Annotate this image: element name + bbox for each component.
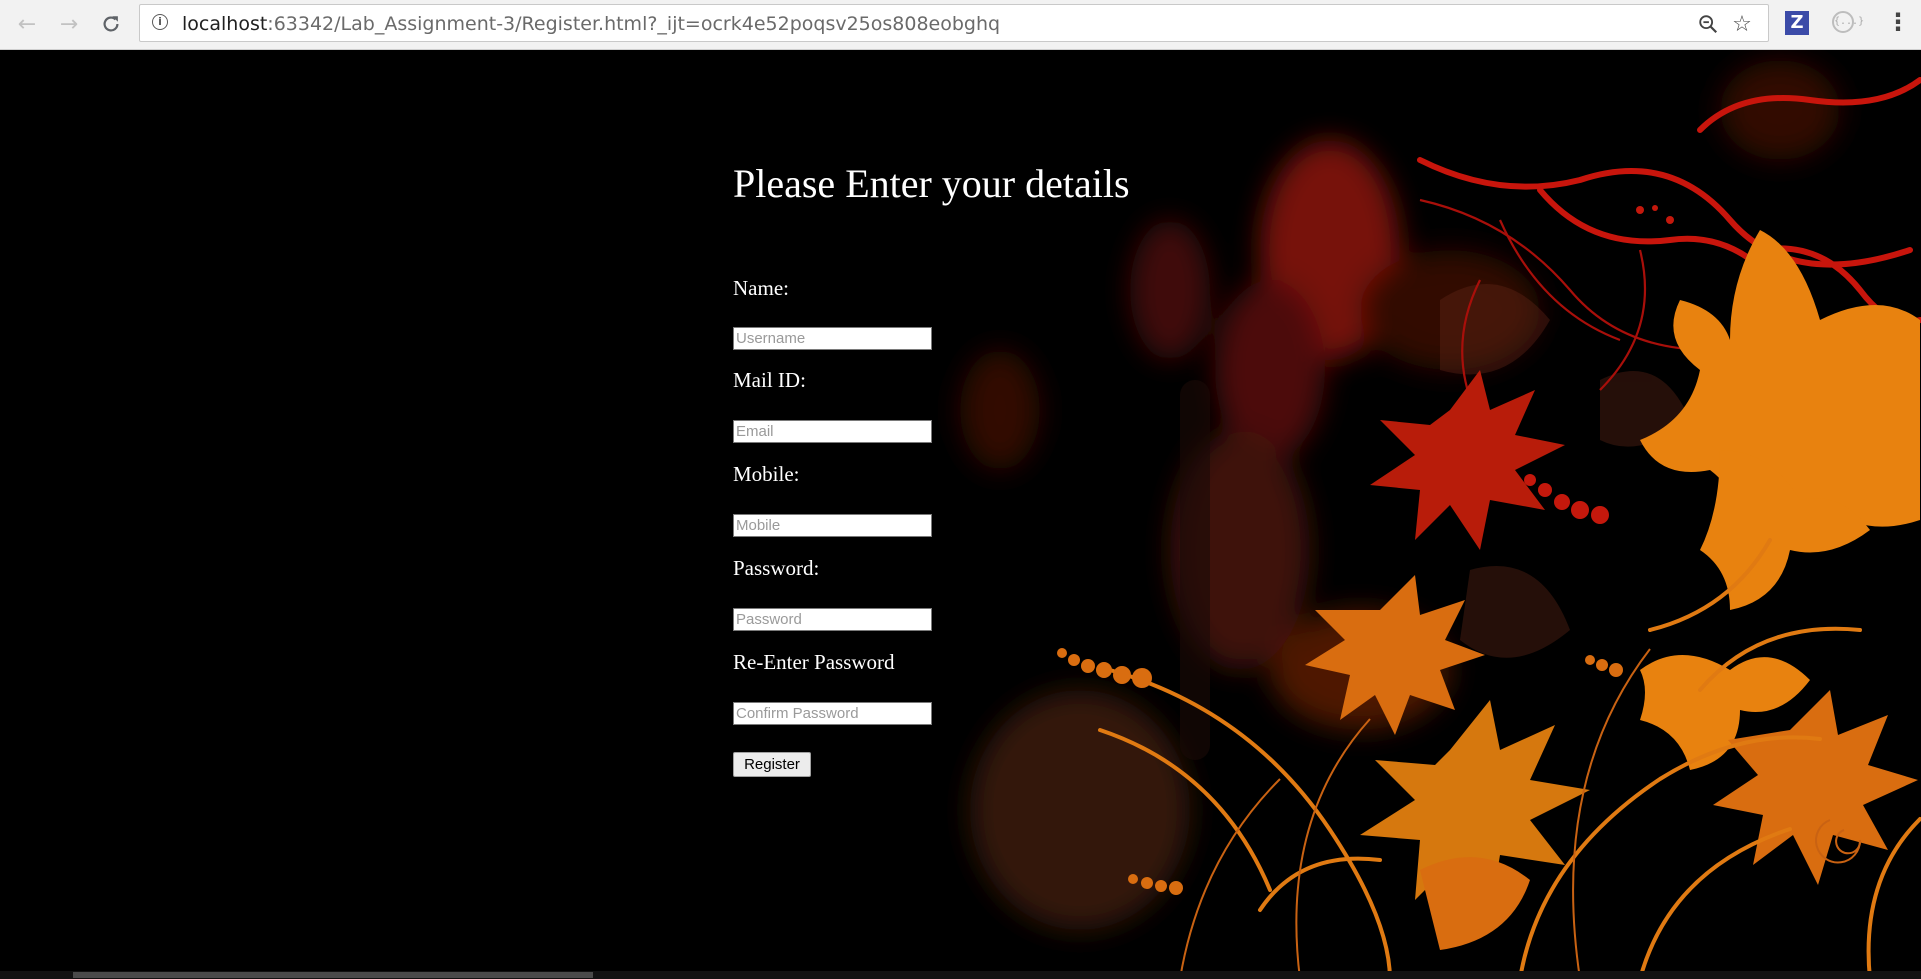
browser-toolbar: ← → i localhost:63342/Lab_Assignment-3/R… [0,0,1921,50]
password-input[interactable] [733,608,932,631]
scrollbar-thumb[interactable] [73,972,593,978]
horizontal-scrollbar[interactable] [0,971,1921,979]
page-viewport: Please Enter your details Name: Mail ID:… [0,50,1921,979]
back-arrow-icon[interactable]: ← [12,9,42,39]
registration-form: Please Enter your details Name: Mail ID:… [733,160,1130,777]
re-enter-password-label: Re-Enter Password [733,650,895,674]
email-input[interactable] [733,420,932,443]
extension-z-icon[interactable]: Z [1785,11,1809,35]
username-input[interactable] [733,327,932,350]
address-bar[interactable]: i localhost:63342/Lab_Assignment-3/Regis… [139,4,1769,42]
kebab-menu-icon[interactable]: ⋮ [1886,9,1910,35]
reload-icon[interactable] [96,9,126,39]
confirm-password-input[interactable] [733,702,932,725]
url-host: localhost [182,13,268,35]
mobile-input[interactable] [733,514,932,537]
star-icon[interactable]: ☆ [1729,11,1755,37]
forward-arrow-icon[interactable]: → [54,9,84,39]
info-icon[interactable]: i [152,14,168,30]
url-text[interactable]: localhost:63342/Lab_Assignment-3/Registe… [182,13,1000,35]
mobile-label: Mobile: [733,462,800,486]
url-path: :63342/Lab_Assignment-3/Register.html?_i… [267,13,1001,35]
register-button[interactable]: Register [733,752,811,777]
mail-id-label: Mail ID: [733,368,806,392]
extension-code-icon[interactable]: {...} [1832,11,1864,33]
name-label: Name: [733,276,789,300]
form-heading: Please Enter your details [733,161,1130,206]
password-label: Password: [733,556,820,580]
zoom-icon[interactable] [1695,11,1721,37]
